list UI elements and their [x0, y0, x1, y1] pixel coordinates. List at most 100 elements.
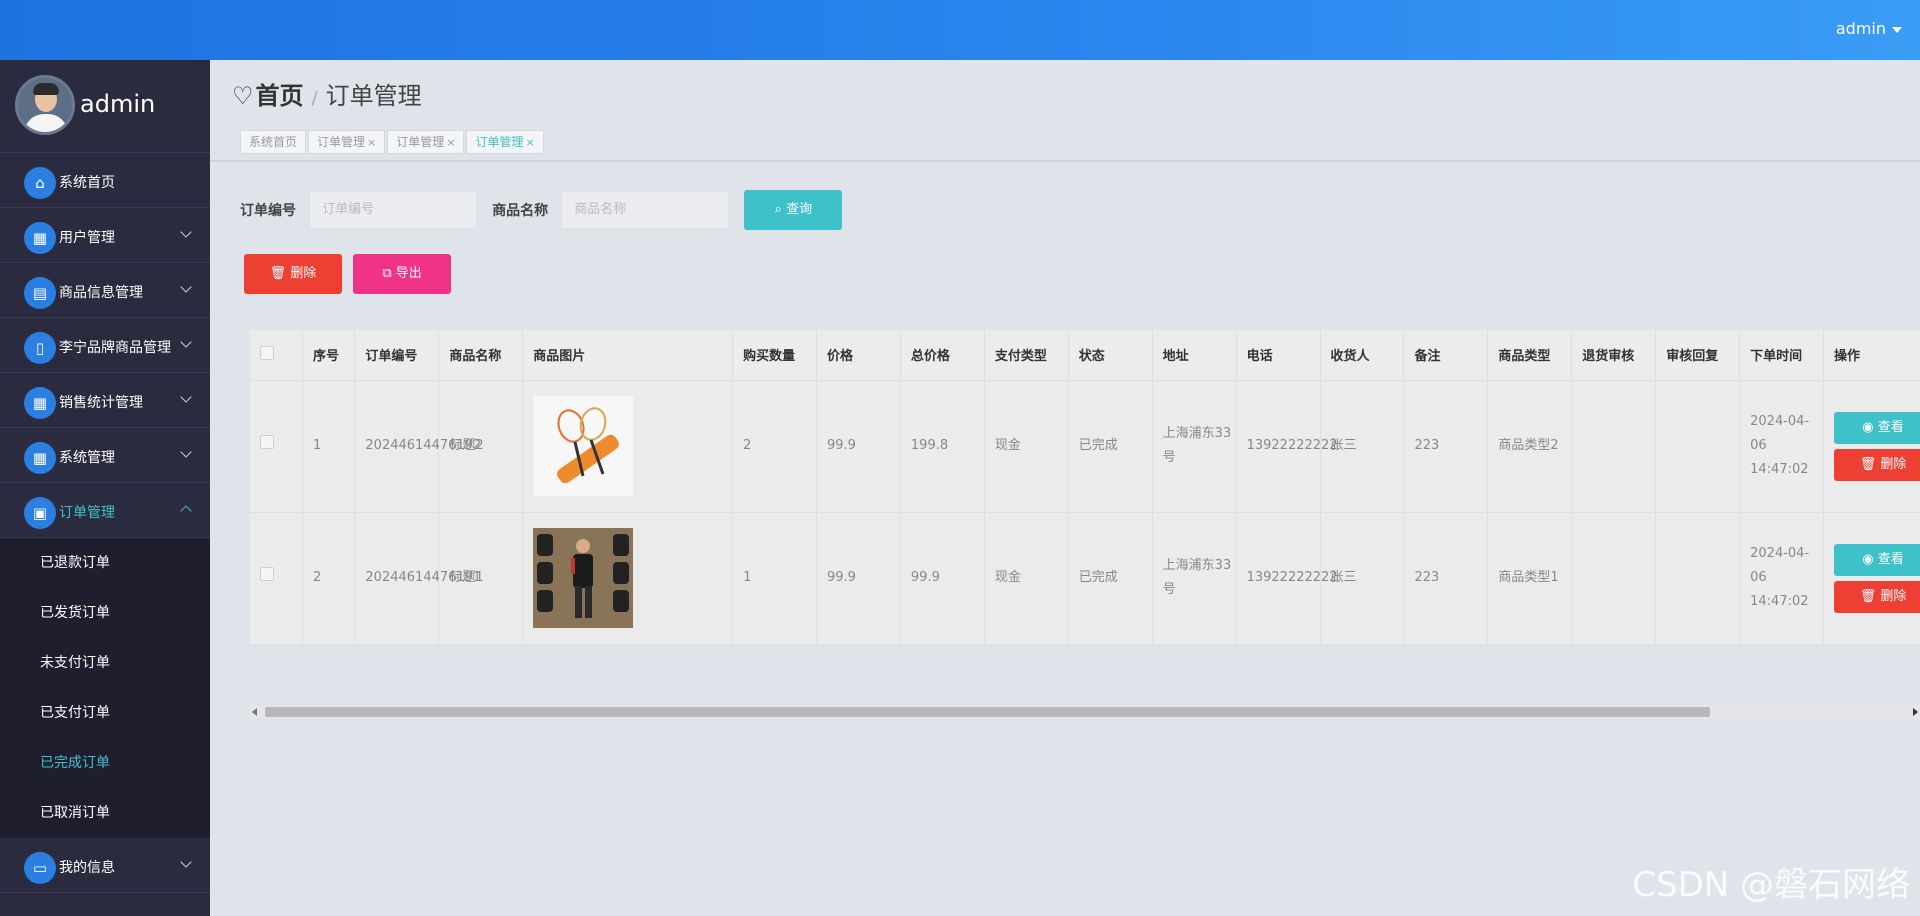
view-button-label: 查看	[1877, 551, 1904, 567]
sidebar-item[interactable]: ▦ 用户管理	[0, 208, 210, 263]
sidebar-item[interactable]: ▯ 李宁品牌商品管理	[0, 318, 210, 373]
header-checkbox-cell	[250, 330, 303, 381]
horizontal-scrollbar[interactable]	[250, 705, 1920, 719]
sidebar-item[interactable]: ⌂ 系统首页	[0, 153, 210, 208]
heart-icon: ♡	[232, 82, 254, 110]
cell-total: 199.8	[900, 380, 985, 513]
card-icon: ▭	[24, 852, 56, 884]
row-checkbox[interactable]	[260, 567, 274, 581]
query-button[interactable]: ⌕ 查询	[744, 190, 843, 230]
product-name-input[interactable]: 商品名称	[561, 191, 730, 229]
tab-label: 订单管理	[475, 135, 524, 149]
breadcrumb-home[interactable]: 首页	[256, 82, 304, 110]
cell-audit-reply	[1655, 512, 1741, 645]
delete-button[interactable]: 🗑 删除	[244, 254, 342, 294]
row-delete-button[interactable]: 🗑 删除	[1834, 580, 1920, 613]
submenu-item[interactable]: 未支付订单	[0, 638, 210, 688]
row-checkbox[interactable]	[260, 435, 274, 449]
sidebar-item[interactable]: ▤ 商品信息管理	[0, 263, 210, 318]
chevron-down-icon	[180, 336, 192, 348]
column-header: 操作	[1823, 330, 1920, 381]
column-header: 地址	[1152, 330, 1237, 381]
close-icon[interactable]: ×	[367, 136, 376, 149]
grid-icon: ▦	[24, 442, 56, 474]
caret-down-icon	[1892, 26, 1902, 33]
export-button[interactable]: ⧉ 导出	[353, 254, 452, 294]
profile: admin	[0, 60, 210, 153]
row-checkbox-cell	[250, 512, 303, 645]
tab-tag[interactable]: 订单管理 ×	[308, 130, 386, 154]
trash-icon: 🗑	[1859, 456, 1881, 472]
main-content: ♡首页 / 订单管理 系统首页 订单管理 × 订单管理 × 订单管理 × 订单编号 订单编号 商…	[210, 60, 1920, 916]
product-image-cell	[522, 512, 734, 645]
cell-note: 223	[1403, 512, 1489, 645]
user-menu[interactable]: admin	[1836, 19, 1902, 38]
sidebar-item[interactable]: ▦ 销售统计管理	[0, 373, 210, 428]
actions-cell: ◉ 查看 🗑 删除	[1823, 380, 1920, 513]
submenu-item[interactable]: 已完成订单	[0, 738, 210, 788]
column-header: 收货人	[1320, 330, 1405, 381]
product-name-label: 商品名称	[492, 203, 549, 219]
sidebar-menu: ⌂ 系统首页 ▦ 用户管理 ▤ 商品信息管理 ▯ 李宁品牌商品管理 ▦ 销售统计管理 ▦ 系统管理 ▣ 订…	[0, 153, 210, 893]
sidebar-item[interactable]: ▭ 我的信息	[0, 838, 210, 893]
column-header: 价格	[816, 330, 901, 381]
scrollbar-thumb[interactable]	[265, 707, 1710, 717]
sidebar-item-label: 订单管理	[59, 505, 115, 521]
view-button-label: 查看	[1877, 419, 1904, 435]
order-no-input[interactable]: 订单编号	[309, 191, 478, 229]
row-delete-button[interactable]: 🗑 删除	[1834, 448, 1920, 481]
table-body: 1 20244614476192 标题2 2 99.9 199.8 现金 已完成 上海浦东33号…	[250, 380, 1920, 645]
cell-note: 223	[1403, 380, 1489, 513]
column-header: 备注	[1403, 330, 1489, 381]
user-name: admin	[1835, 19, 1886, 38]
row-checkbox-cell	[250, 380, 303, 513]
actions-cell: ◉ 查看 🗑 删除	[1823, 512, 1920, 645]
table-row[interactable]: 1 20244614476192 标题2 2 99.9 199.8 现金 已完成 上海浦东33号…	[250, 380, 1920, 513]
cell-receiver: 张三	[1320, 380, 1405, 513]
cell-phone: 13922222222	[1236, 380, 1338, 513]
close-icon[interactable]: ×	[526, 136, 535, 149]
column-header: 状态	[1068, 330, 1153, 381]
view-button[interactable]: ◉ 查看	[1834, 543, 1920, 576]
column-header: 购买数量	[732, 330, 817, 381]
grid-icon: ▦	[24, 387, 56, 419]
eye-icon: ◉	[1862, 419, 1878, 435]
tab-bar: 系统首页 订单管理 × 订单管理 × 订单管理 ×	[240, 130, 546, 154]
grid-icon: ▦	[24, 222, 56, 254]
cell-receiver: 张三	[1320, 512, 1405, 645]
sidebar-item[interactable]: ▣ 订单管理	[0, 483, 210, 538]
cell-address: 上海浦东33号	[1152, 380, 1237, 513]
cell-category: 商品类型2	[1487, 380, 1573, 513]
column-header: 商品名称	[438, 330, 524, 381]
table-header: 序号 订单编号 商品名称 商品图片 购买数量 价格 总价格 支付类型 状态 地址 电话 收货人 备注 商品…	[250, 330, 1920, 381]
submenu-item[interactable]: 已发货订单	[0, 588, 210, 638]
cell-price: 99.9	[816, 380, 901, 513]
submenu-item[interactable]: 已支付订单	[0, 688, 210, 738]
cell-order-no: 20244614476192	[354, 380, 481, 513]
submenu-item[interactable]: 已退款订单	[0, 538, 210, 588]
sidebar-item[interactable]: ▦ 系统管理	[0, 428, 210, 483]
tab-label: 订单管理	[396, 135, 445, 149]
sidebar-item-label: 销售统计管理	[59, 395, 143, 411]
submenu-item[interactable]: 已取消订单	[0, 788, 210, 838]
scroll-right-icon[interactable]	[1913, 708, 1918, 716]
search-icon: ⌕	[774, 202, 787, 217]
table-row[interactable]: 2 20244614476191 标题1 1 99.9 99.9 现金 已完成 上海浦东33号 1…	[250, 512, 1920, 645]
cell-pay-type: 现金	[984, 512, 1069, 645]
cell-total: 99.9	[900, 512, 985, 645]
order-table: 序号 订单编号 商品名称 商品图片 购买数量 价格 总价格 支付类型 状态 地址 电话 收货人 备注 商品…	[250, 330, 1920, 730]
column-header: 电话	[1236, 330, 1321, 381]
scroll-left-icon[interactable]	[252, 708, 257, 716]
sidebar: admin ⌂ 系统首页 ▦ 用户管理 ▤ 商品信息管理 ▯ 李宁品牌商品管理 ▦ 销售统计管理 ▦…	[0, 60, 210, 916]
column-header: 支付类型	[984, 330, 1069, 381]
tab-tag[interactable]: 订单管理 ×	[466, 130, 544, 154]
select-all-checkbox[interactable]	[260, 345, 274, 360]
sidebar-item-label: 用户管理	[59, 230, 115, 246]
phone-icon: ▯	[24, 332, 56, 364]
view-button[interactable]: ◉ 查看	[1834, 411, 1920, 444]
cell-phone: 13922222222	[1236, 512, 1338, 645]
tab-tag[interactable]: 订单管理 ×	[387, 130, 465, 154]
tab-tag[interactable]: 系统首页	[240, 130, 307, 154]
sidebar-item-label: 系统首页	[59, 175, 115, 191]
close-icon[interactable]: ×	[446, 136, 455, 149]
